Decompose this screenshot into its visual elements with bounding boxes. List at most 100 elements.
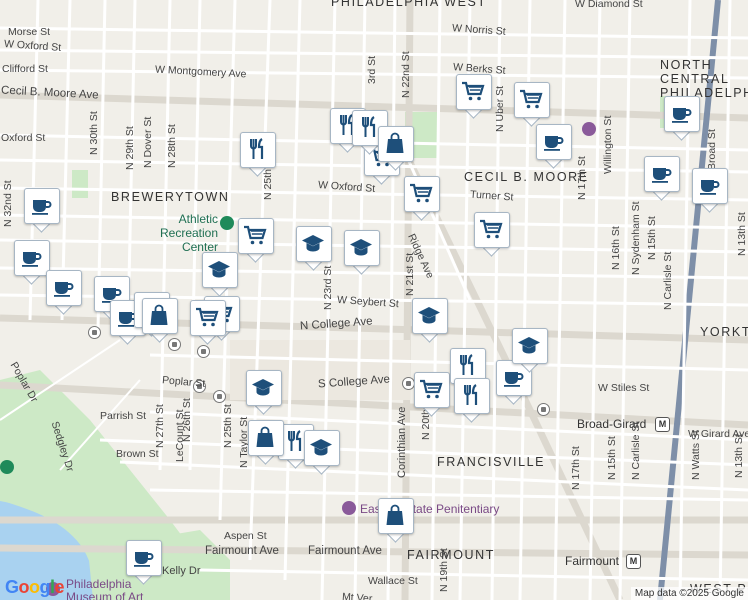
street-label: N 13th St — [733, 434, 745, 478]
street-label: N Watts St — [690, 430, 702, 480]
street-label: N Carlisle St — [630, 421, 642, 480]
coffee-icon — [652, 168, 672, 183]
street-label: N 17th St — [570, 446, 582, 490]
street-label: Kelly Dr — [162, 565, 201, 577]
street-label: N Carlisle St — [662, 251, 674, 310]
bag-marker[interactable] — [378, 126, 414, 171]
street-label: 3rd St — [366, 55, 378, 84]
google-logo: Google — [5, 577, 65, 597]
neighborhood-francisville: FRANCISVILLE — [437, 455, 546, 469]
street-label: N 23rd St — [322, 265, 334, 310]
coffee-marker[interactable] — [664, 96, 700, 141]
street-label: Broad St — [706, 129, 718, 170]
street-label: Wallace St — [368, 575, 418, 587]
neighborhood-brewerytown: BREWERYTOWN — [111, 190, 230, 204]
cart-icon — [196, 307, 219, 327]
restaurant-marker[interactable] — [454, 378, 490, 423]
museum-marker-icon[interactable] — [342, 501, 356, 515]
cart-marker[interactable] — [238, 218, 274, 263]
street-label: Mt Ver — [341, 590, 373, 600]
cart-marker[interactable] — [474, 212, 510, 257]
coffee-marker[interactable] — [14, 240, 50, 285]
bag-marker[interactable] — [248, 420, 284, 465]
coffee-marker[interactable] — [536, 124, 572, 169]
street-label: N 29th St — [124, 126, 136, 170]
school-marker[interactable] — [412, 298, 448, 343]
bus-stop-icon[interactable] — [197, 345, 210, 358]
school-icon — [418, 307, 440, 324]
school-icon — [518, 337, 540, 354]
coffee-marker[interactable] — [126, 540, 162, 585]
coffee-icon — [544, 136, 564, 151]
coffee-marker[interactable] — [692, 168, 728, 213]
coffee-marker[interactable] — [24, 188, 60, 233]
street-label: N 22nd St — [400, 51, 412, 98]
bus-stop-icon[interactable] — [88, 326, 101, 339]
coffee-marker[interactable] — [46, 270, 82, 315]
bag-marker[interactable] — [378, 498, 414, 543]
bag-icon — [386, 504, 404, 525]
cart-marker[interactable] — [190, 300, 226, 345]
neighborhood-cecil-b-moore: CECIL B. MOORE — [464, 170, 589, 184]
street-label: N 15th St — [646, 216, 658, 260]
cart-icon — [462, 81, 485, 101]
place-athletic-recreation-center[interactable]: Athletic Recreation Center — [160, 212, 218, 254]
station-fairmount[interactable]: Fairmount — [565, 554, 619, 568]
bag-icon — [386, 132, 404, 153]
school-marker[interactable] — [344, 230, 380, 275]
subway-station-icon[interactable]: M — [626, 554, 641, 569]
street-label: N 28th St — [166, 124, 178, 168]
street-label: Morse St — [8, 26, 51, 38]
coffee-icon — [32, 200, 52, 215]
cart-marker[interactable] — [414, 372, 450, 417]
school-marker[interactable] — [304, 430, 340, 475]
map-canvas[interactable]: BREWERYTOWN CECIL B. MOORE FRANCISVILLE … — [0, 0, 748, 600]
neighborhood-philadelphia-west: PHILADELPHIA WEST — [331, 0, 487, 9]
cart-marker[interactable] — [514, 82, 550, 127]
bag-marker[interactable] — [142, 298, 178, 343]
cart-icon — [410, 183, 433, 203]
school-marker[interactable] — [512, 328, 548, 373]
park-marker-icon[interactable] — [0, 460, 14, 474]
neighborhood-north-central: NORTH CENTRAL PHILADELPHIA — [660, 58, 748, 100]
school-marker[interactable] — [296, 226, 332, 271]
restaurant-icon — [464, 384, 478, 405]
school-icon — [310, 439, 332, 456]
coffee-icon — [672, 108, 692, 123]
cart-icon — [480, 219, 503, 239]
street-label: Fairmount Ave — [205, 545, 279, 557]
school-marker[interactable] — [202, 252, 238, 297]
street-label: N Dover St — [142, 116, 154, 168]
coffee-icon — [134, 552, 154, 567]
school-icon — [302, 235, 324, 252]
neighborhood-fairmount: FAIRMOUNT — [407, 548, 496, 562]
street-label: Clifford St — [2, 63, 48, 75]
restaurant-marker[interactable] — [240, 132, 276, 177]
restaurant-icon — [460, 354, 474, 375]
neighborhood-yorktown: YORKTOWN — [700, 325, 748, 339]
cart-icon — [244, 225, 267, 245]
cart-marker[interactable] — [456, 74, 492, 119]
restaurant-icon — [250, 138, 264, 159]
street-label: N 25th St — [222, 404, 234, 448]
bag-icon — [150, 304, 168, 325]
bus-stop-icon[interactable] — [213, 390, 226, 403]
cart-marker[interactable] — [404, 176, 440, 221]
map-attribution[interactable]: Map data ©2025 Google — [630, 587, 748, 600]
street-label: LeCount St — [174, 409, 186, 462]
school-icon — [208, 261, 230, 278]
museum-marker-icon[interactable] — [582, 122, 596, 136]
subway-station-icon[interactable]: M — [655, 417, 670, 432]
street-label: N 21st St — [404, 252, 416, 296]
bus-stop-icon[interactable] — [537, 403, 550, 416]
street-label: Aspen St — [224, 530, 267, 542]
school-marker[interactable] — [246, 370, 282, 415]
coffee-marker[interactable] — [644, 156, 680, 201]
street-label: N 17th St — [576, 156, 588, 200]
coffee-icon — [700, 180, 720, 195]
street-label: N 13th St — [736, 212, 748, 256]
coffee-icon — [22, 252, 42, 267]
school-icon — [350, 239, 372, 256]
street-label: N 16th St — [610, 226, 622, 270]
park-marker-icon[interactable] — [220, 216, 234, 230]
